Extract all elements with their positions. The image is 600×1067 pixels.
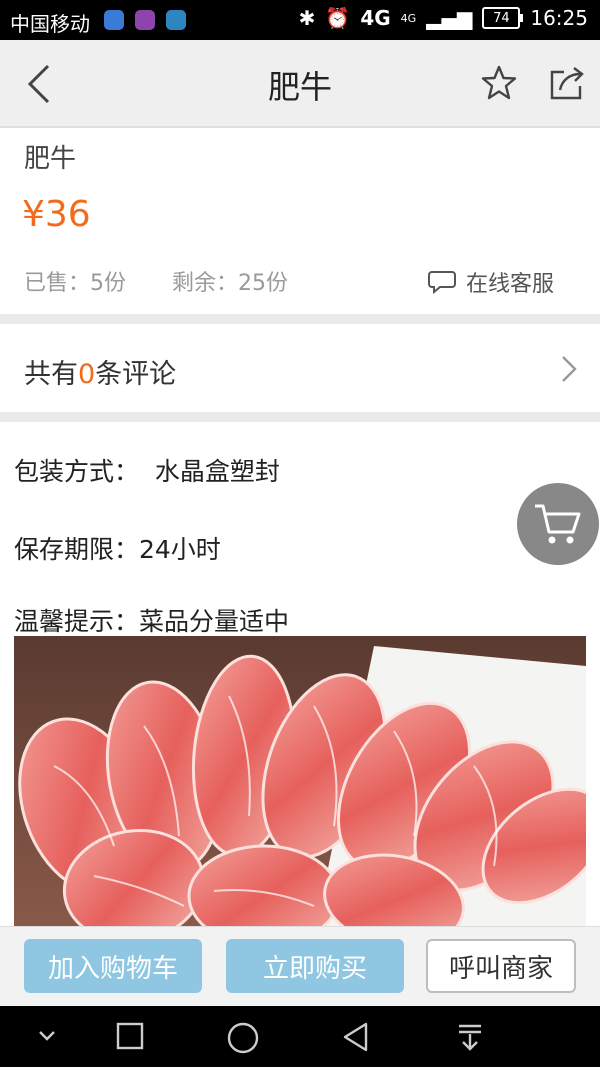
star-icon xyxy=(481,65,517,100)
buy-now-button[interactable]: 立即购买 xyxy=(226,939,404,993)
chevron-right-icon xyxy=(562,356,577,382)
location-icon xyxy=(104,10,124,30)
packaging-info: 包装方式： 水晶盒塑封 xyxy=(14,457,280,486)
reviews-label: 共有0条评论 xyxy=(24,352,176,391)
network-small-label: 4G xyxy=(400,11,417,25)
tip-info: 温馨提示：菜品分量适中 xyxy=(14,607,290,636)
recent-apps-icon[interactable] xyxy=(116,1022,144,1050)
bluetooth-icon: ✱ xyxy=(298,6,316,30)
gallery-icon xyxy=(135,10,155,30)
status-right: ✱ ⏰ 4G 4G ▂▄▆ 74 16:25 xyxy=(299,6,588,30)
system-nav-bar xyxy=(0,1006,600,1067)
back-nav-icon[interactable] xyxy=(342,1022,370,1052)
share-button[interactable] xyxy=(548,64,586,106)
reviews-suffix: 条评论 xyxy=(95,359,177,390)
bottom-action-bar: 加入购物车 立即购买 呼叫商家 xyxy=(0,926,600,1007)
add-to-cart-button[interactable]: 加入购物车 xyxy=(24,939,202,993)
clock: 16:25 xyxy=(530,6,588,30)
notification-pull-icon[interactable] xyxy=(456,1022,484,1052)
battery-level: 74 xyxy=(493,10,510,26)
status-bar: 中国移动 ✱ ⏰ 4G 4G ▂▄▆ 74 16:25 xyxy=(0,0,600,40)
carrier-label: 中国移动 xyxy=(10,12,90,36)
online-service-button[interactable]: 在线客服 xyxy=(428,266,554,298)
network-label: 4G xyxy=(360,6,391,30)
product-image xyxy=(14,636,586,936)
online-service-label: 在线客服 xyxy=(466,272,555,297)
chat-bubble-icon xyxy=(428,271,456,295)
battery-icon: 74 xyxy=(482,7,524,29)
remaining-count: 剩余：25份 xyxy=(172,271,288,296)
favorite-button[interactable] xyxy=(480,64,518,106)
home-icon[interactable] xyxy=(227,1022,259,1054)
alarm-icon: ⏰ xyxy=(325,6,351,30)
floating-cart-button[interactable] xyxy=(517,483,599,565)
shelf-life-info: 保存期限：24小时 xyxy=(14,535,221,564)
signal-icon: ▂▄▆ xyxy=(426,6,473,30)
product-name: 肥牛 xyxy=(24,144,77,174)
reviews-prefix: 共有 xyxy=(24,359,78,390)
product-price: ¥36 xyxy=(22,194,91,235)
share-icon xyxy=(550,67,584,100)
cart-icon xyxy=(535,504,581,544)
sliced-beef-image xyxy=(14,636,586,936)
reviews-row[interactable]: 共有0条评论 xyxy=(0,324,600,412)
section-divider xyxy=(0,412,600,422)
chevron-down-icon[interactable] xyxy=(36,1022,58,1050)
section-divider xyxy=(0,314,600,324)
browser-icon xyxy=(166,10,186,30)
sold-count: 已售：5份 xyxy=(24,271,126,296)
reviews-count: 0 xyxy=(78,359,96,390)
call-merchant-button[interactable]: 呼叫商家 xyxy=(426,939,576,993)
